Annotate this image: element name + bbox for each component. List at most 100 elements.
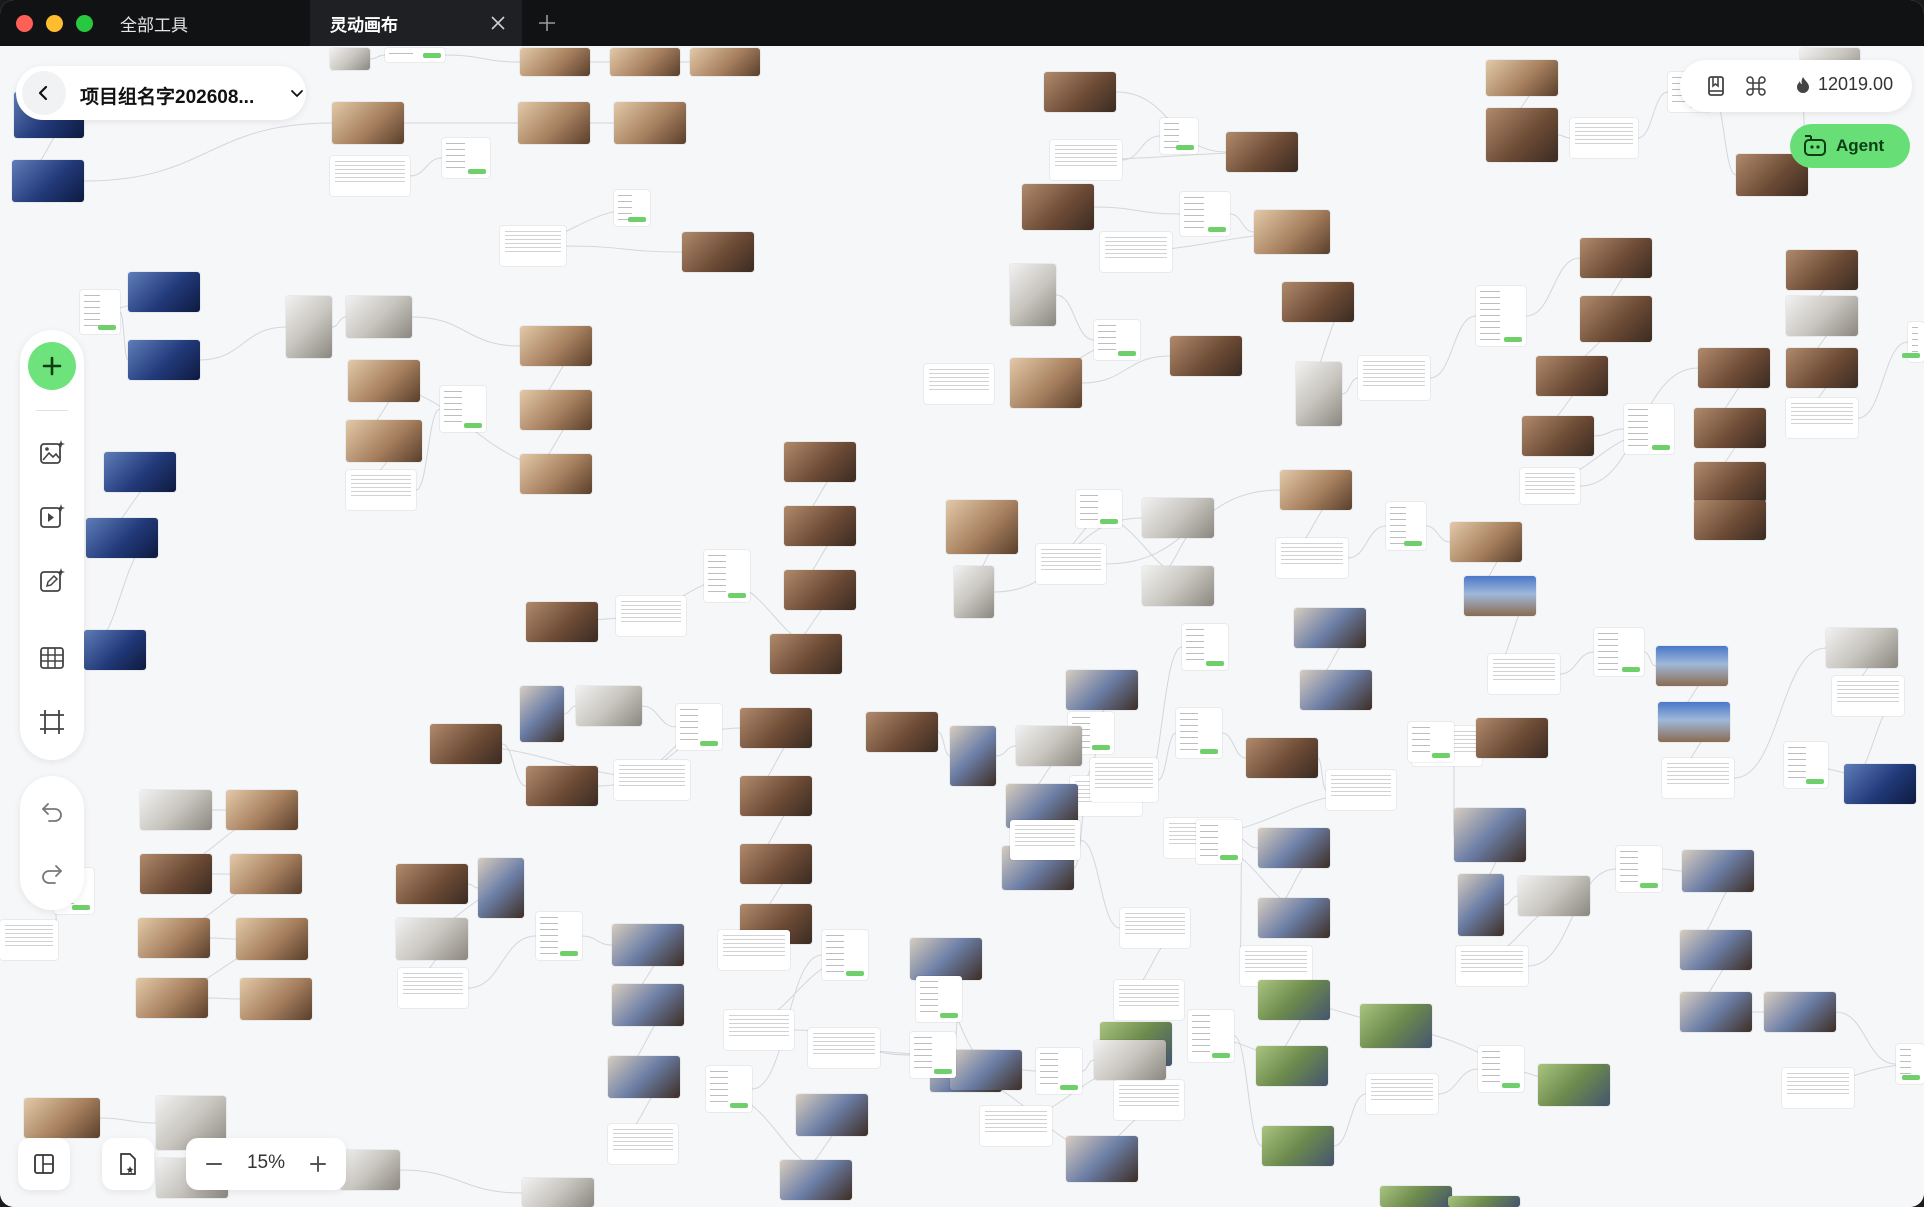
image-node[interactable] xyxy=(796,1094,868,1136)
image-node[interactable] xyxy=(690,48,760,76)
image-node[interactable] xyxy=(1786,348,1858,388)
image-node[interactable] xyxy=(1680,930,1752,970)
book-icon[interactable] xyxy=(1704,74,1728,98)
back-button[interactable] xyxy=(22,71,66,115)
image-node[interactable] xyxy=(332,102,404,144)
image-node[interactable] xyxy=(1246,738,1318,778)
image-node[interactable] xyxy=(1258,980,1330,1020)
param-node[interactable] xyxy=(1478,1046,1524,1092)
image-node[interactable] xyxy=(1094,1040,1166,1080)
prompt-node[interactable] xyxy=(1570,118,1638,158)
image-node[interactable] xyxy=(330,48,370,70)
prompt-node[interactable] xyxy=(500,226,566,266)
image-node[interactable] xyxy=(104,452,176,492)
image-node[interactable] xyxy=(946,500,1018,554)
image-node[interactable] xyxy=(740,844,812,884)
param-node[interactable] xyxy=(1076,490,1122,528)
image-node[interactable] xyxy=(740,776,812,816)
param-node[interactable] xyxy=(1624,404,1674,454)
image-node[interactable] xyxy=(1262,1126,1334,1166)
param-node[interactable] xyxy=(1902,322,1924,362)
image-node[interactable] xyxy=(954,566,994,618)
param-node[interactable] xyxy=(1160,118,1198,154)
prompt-node[interactable] xyxy=(1782,1068,1854,1108)
image-node[interactable] xyxy=(1694,500,1766,540)
prompt-node[interactable] xyxy=(616,596,686,636)
prompt-node[interactable] xyxy=(346,470,416,510)
image-node[interactable] xyxy=(1682,850,1754,892)
credits-balance[interactable]: 12019.00 xyxy=(1794,74,1893,95)
image-node[interactable] xyxy=(950,726,996,786)
image-node[interactable] xyxy=(1464,576,1536,616)
param-node[interactable] xyxy=(1176,708,1222,758)
image-node[interactable] xyxy=(1280,470,1352,510)
image-node[interactable] xyxy=(1476,718,1548,758)
param-node[interactable] xyxy=(440,386,486,432)
image-node[interactable] xyxy=(1580,296,1652,342)
image-node[interactable] xyxy=(770,634,842,674)
image-node[interactable] xyxy=(1458,874,1504,936)
image-node[interactable] xyxy=(1826,628,1898,668)
image-node[interactable] xyxy=(910,938,982,980)
image-node[interactable] xyxy=(1786,250,1858,290)
image-node[interactable] xyxy=(1016,726,1082,766)
image-node[interactable] xyxy=(138,918,210,958)
image-node[interactable] xyxy=(608,1056,680,1098)
image-node[interactable] xyxy=(610,48,680,76)
image-node[interactable] xyxy=(520,48,590,76)
image-node[interactable] xyxy=(1844,764,1916,804)
param-node[interactable] xyxy=(1188,1010,1234,1062)
image-node[interactable] xyxy=(612,984,684,1026)
image-node[interactable] xyxy=(12,160,84,202)
image-node[interactable] xyxy=(520,454,592,494)
prompt-node[interactable] xyxy=(1832,676,1904,716)
param-node[interactable] xyxy=(1036,1048,1082,1094)
image-generate-icon[interactable] xyxy=(38,438,66,466)
image-node[interactable] xyxy=(1066,670,1138,710)
image-node[interactable] xyxy=(1538,1064,1610,1106)
image-node[interactable] xyxy=(1450,522,1522,562)
param-node[interactable] xyxy=(706,1066,752,1112)
image-node[interactable] xyxy=(1764,992,1836,1032)
image-node[interactable] xyxy=(1656,646,1728,686)
image-node[interactable] xyxy=(740,708,812,748)
prompt-node[interactable] xyxy=(614,760,690,800)
image-node[interactable] xyxy=(128,340,200,380)
image-node[interactable] xyxy=(128,272,200,312)
prompt-node[interactable] xyxy=(1358,356,1430,400)
image-node[interactable] xyxy=(950,1050,1022,1090)
image-node[interactable] xyxy=(1142,498,1214,538)
tab-all-tools[interactable]: 全部工具 xyxy=(120,0,188,46)
param-node[interactable] xyxy=(536,912,582,960)
chevron-down-icon[interactable] xyxy=(290,86,304,100)
image-node[interactable] xyxy=(1010,264,1056,326)
prompt-node[interactable] xyxy=(1366,1074,1438,1114)
image-node[interactable] xyxy=(1658,702,1730,742)
image-node[interactable] xyxy=(526,766,598,806)
param-node[interactable] xyxy=(614,190,650,226)
image-node[interactable] xyxy=(1226,132,1298,172)
image-node[interactable] xyxy=(236,918,308,960)
prompt-node[interactable] xyxy=(1010,820,1080,860)
image-node[interactable] xyxy=(866,712,938,752)
prompt-node[interactable] xyxy=(808,1028,880,1068)
image-node[interactable] xyxy=(430,724,502,764)
image-node[interactable] xyxy=(140,790,212,830)
undo-icon[interactable] xyxy=(38,798,66,826)
image-node[interactable] xyxy=(1300,670,1372,710)
image-node[interactable] xyxy=(612,924,684,966)
image-node[interactable] xyxy=(226,790,298,830)
image-node[interactable] xyxy=(784,570,856,610)
param-node[interactable] xyxy=(676,704,722,750)
image-node[interactable] xyxy=(240,978,312,1020)
param-node[interactable] xyxy=(1408,722,1454,762)
prompt-node[interactable] xyxy=(1276,538,1348,578)
tab-canvas[interactable]: 灵动画布 xyxy=(310,0,522,46)
image-node[interactable] xyxy=(784,506,856,546)
close-window-button[interactable] xyxy=(16,15,33,32)
canvas-area[interactable] xyxy=(0,46,1924,1207)
zoom-level[interactable]: 15% xyxy=(244,1152,288,1174)
storyboard-grid-icon[interactable] xyxy=(38,644,66,672)
zoom-in-icon[interactable] xyxy=(306,1152,330,1176)
image-node[interactable] xyxy=(520,686,564,742)
